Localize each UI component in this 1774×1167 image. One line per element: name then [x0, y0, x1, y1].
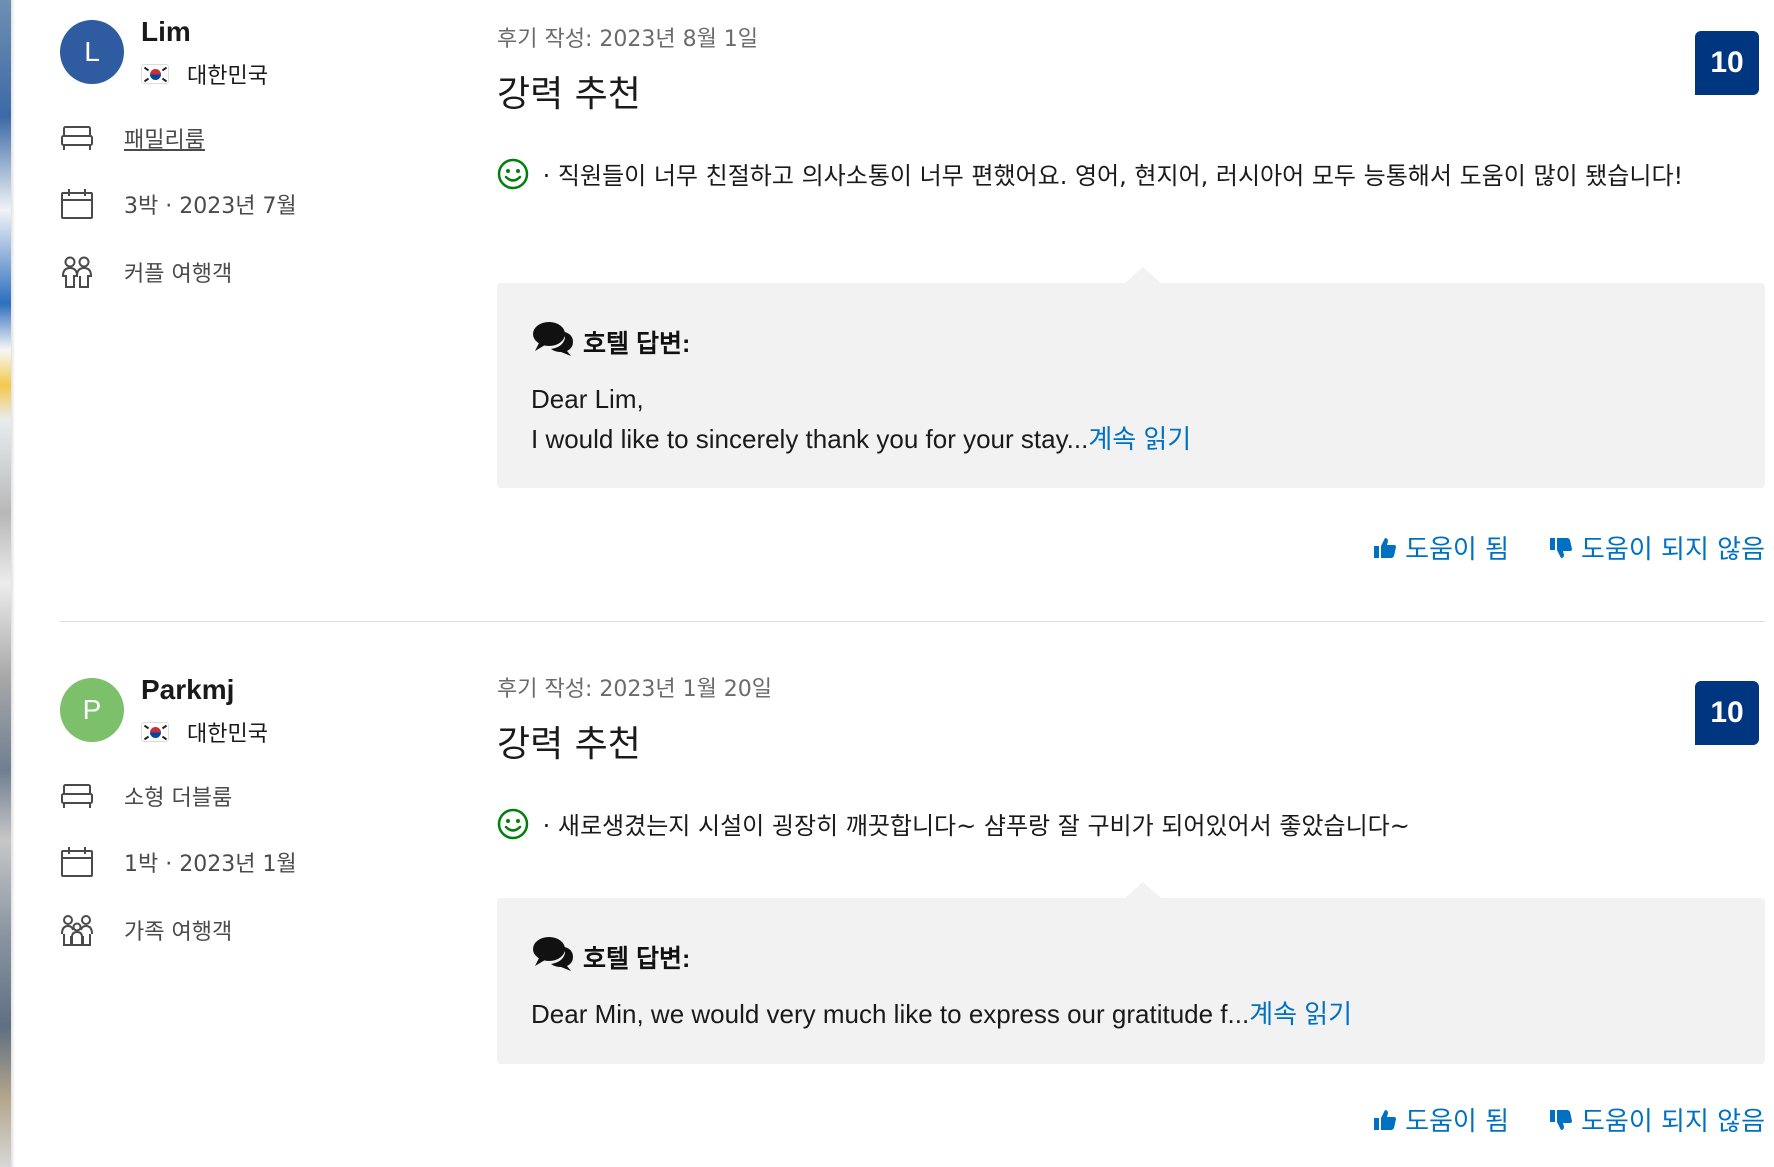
- review-date: 후기 작성: 2023년 8월 1일: [497, 27, 759, 52]
- helpful-label: 도움이 됨: [1405, 1107, 1510, 1137]
- review-positive-text: · 직원들이 너무 친절하고 의사소통이 너무 편했어요. 영어, 현지어, 러…: [497, 156, 1774, 202]
- reply-heading-label: 호텔 답변:: [583, 329, 691, 358]
- reply-heading: 호텔 답변:: [531, 934, 690, 979]
- review-title: 강력 추천: [497, 74, 641, 115]
- helpful-label: 도움이 됨: [1405, 535, 1510, 565]
- reviewer-country: 대한민국: [141, 716, 268, 748]
- review-score-badge: 10: [1695, 31, 1759, 95]
- stay-details: 1박 · 2023년 1월: [124, 852, 297, 877]
- smile-icon: [497, 158, 529, 202]
- stay-details: 3박 · 2023년 7월: [124, 194, 297, 219]
- helpfulness-actions: 도움이 됨 도움이 되지 않음: [1373, 1101, 1765, 1138]
- reply-heading: 호텔 답변:: [531, 319, 690, 364]
- room-type-row: 소형 더블룸: [60, 779, 232, 813]
- calendar-icon: [60, 845, 94, 879]
- review-positive-text: · 새로생겼는지 시설이 굉장히 깨끗합니다~ 샴푸랑 잘 구비가 되어있어서 …: [497, 806, 1774, 852]
- helpful-button[interactable]: 도움이 됨: [1373, 1101, 1509, 1138]
- chat-bubbles-icon: [531, 934, 575, 979]
- family-icon: [60, 913, 94, 947]
- reply-pointer: [1125, 267, 1161, 283]
- not-helpful-label: 도움이 되지 않음: [1581, 1107, 1765, 1137]
- hotel-reply: 호텔 답변: Dear Lim, I would like to sincere…: [497, 267, 1765, 488]
- reply-line-2: I would like to sincerely thank you for …: [531, 424, 1089, 454]
- stay-row: 1박 · 2023년 1월: [60, 845, 297, 879]
- reviewer-country: 대한민국: [141, 58, 268, 90]
- reply-line-1: Dear Min, we would very much like to exp…: [531, 999, 1250, 1029]
- background-page-shadow: [11, 0, 15, 1167]
- read-more-link[interactable]: 계속 읽기: [1088, 424, 1191, 454]
- reply-line-1: Dear Lim,: [531, 384, 644, 414]
- reply-text: Dear Min, we would very much like to exp…: [531, 994, 1731, 1034]
- thumbs-up-icon: [1374, 537, 1397, 558]
- bed-icon: [60, 779, 94, 813]
- review-date: 후기 작성: 2023년 1월 20일: [497, 677, 773, 702]
- room-type: 소형 더블룸: [124, 786, 233, 811]
- reply-text: Dear Lim, I would like to sincerely than…: [531, 379, 1731, 459]
- traveler-type: 가족 여행객: [124, 920, 233, 945]
- review-title: 강력 추천: [497, 724, 641, 765]
- review-card: P Parkmj 대한민국 소형 더블룸 1박 · 2023년 1월 가족 여행…: [60, 622, 1765, 1167]
- not-helpful-button[interactable]: 도움이 되지 않음: [1549, 529, 1765, 566]
- thumbs-down-icon: [1550, 537, 1573, 558]
- reply-pointer: [1125, 882, 1161, 898]
- reply-heading-label: 호텔 답변:: [583, 944, 691, 973]
- not-helpful-label: 도움이 되지 않음: [1581, 535, 1765, 565]
- couple-icon: [60, 255, 94, 289]
- read-more-link[interactable]: 계속 읽기: [1249, 999, 1352, 1029]
- reviewer-name: Parkmj: [141, 674, 235, 705]
- chat-bubbles-icon: [531, 319, 575, 364]
- country-label: 대한민국: [187, 722, 268, 747]
- traveler-type-row: 가족 여행객: [60, 913, 232, 947]
- reviewer-name: Lim: [141, 16, 191, 47]
- not-helpful-button[interactable]: 도움이 되지 않음: [1549, 1101, 1765, 1138]
- country-label: 대한민국: [187, 64, 268, 89]
- korea-flag-icon: [141, 64, 169, 84]
- traveler-type-row: 커플 여행객: [60, 255, 232, 289]
- review-card: L Lim 대한민국 패밀리룸 3박 · 2023년 7월 커플 여행객 후기 …: [60, 0, 1765, 622]
- background-page-strip: [0, 0, 11, 1167]
- avatar: L: [60, 20, 124, 84]
- helpful-button[interactable]: 도움이 됨: [1373, 529, 1509, 566]
- avatar: P: [60, 678, 124, 742]
- calendar-icon: [60, 187, 94, 221]
- thumbs-down-icon: [1550, 1109, 1573, 1130]
- smile-icon: [497, 808, 529, 852]
- traveler-type: 커플 여행객: [124, 262, 233, 287]
- helpfulness-actions: 도움이 됨 도움이 되지 않음: [1373, 529, 1765, 566]
- bed-icon: [60, 121, 94, 155]
- thumbs-up-icon: [1374, 1109, 1397, 1130]
- stay-row: 3박 · 2023년 7월: [60, 187, 297, 221]
- positive-text: · 직원들이 너무 친절하고 의사소통이 너무 편했어요. 영어, 현지어, 러…: [535, 162, 1684, 190]
- positive-text: · 새로생겼는지 시설이 굉장히 깨끗합니다~ 샴푸랑 잘 구비가 되어있어서 …: [535, 812, 1410, 840]
- room-type-row: 패밀리룸: [60, 121, 205, 155]
- room-type-link[interactable]: 패밀리룸: [124, 122, 205, 154]
- hotel-reply: 호텔 답변: Dear Min, we would very much like…: [497, 882, 1765, 1064]
- review-score-badge: 10: [1695, 681, 1759, 745]
- korea-flag-icon: [141, 722, 169, 742]
